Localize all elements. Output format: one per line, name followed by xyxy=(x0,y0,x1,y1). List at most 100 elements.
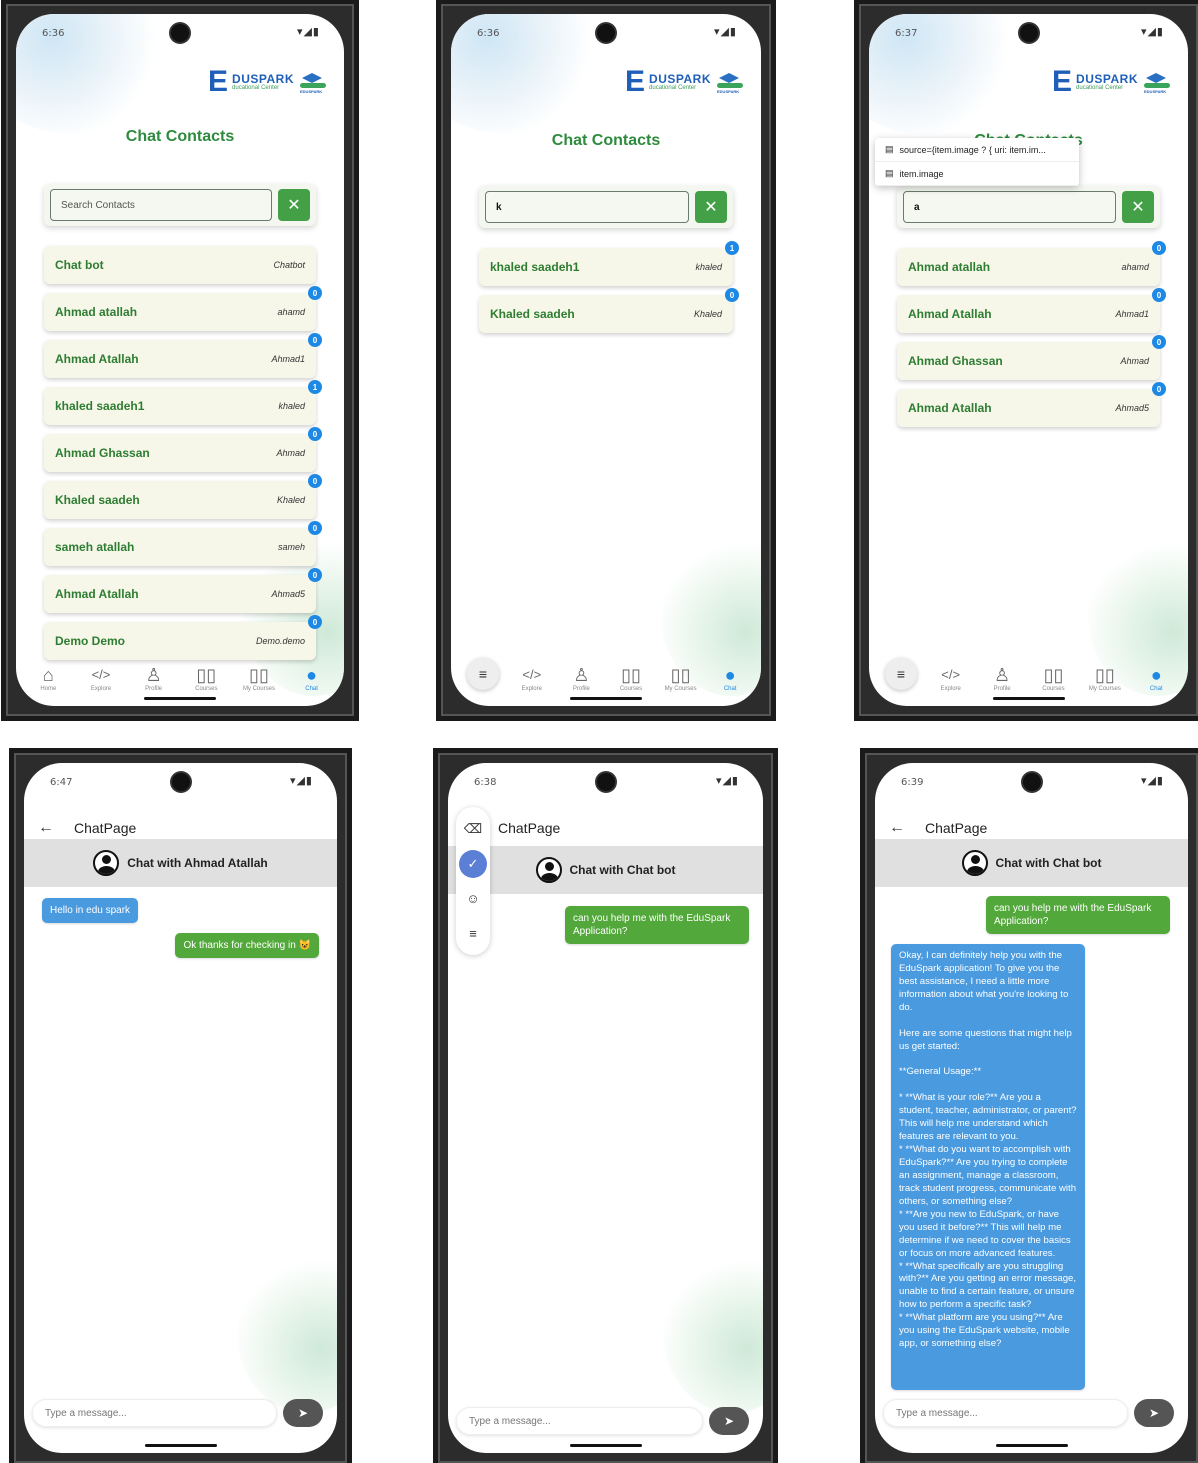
chat-header: Chat with Ahmad Atallah xyxy=(24,839,337,887)
contact-item[interactable]: sameh atallah sameh 0 xyxy=(44,521,322,566)
person-icon: ♙ xyxy=(145,665,162,685)
nav-home[interactable]: ⌂ Home xyxy=(26,664,70,692)
nav-profile[interactable]: ♙ Profile xyxy=(980,664,1024,692)
avatar-icon xyxy=(93,850,120,876)
phone-screen: 6:39 ▾◢▮ ← ChatPage Chat with Chat bot c… xyxy=(875,763,1188,1453)
phone-chat-bot-question: 6:38 ▾◢▮ ChatPage ⌫ ✓ ☺ ≡ Chat with Chat… xyxy=(438,753,773,1463)
clear-button[interactable]: ⌫ xyxy=(459,815,487,843)
message-input[interactable]: Type a message... xyxy=(32,1399,277,1427)
nav-my-courses[interactable]: ▯▯ My Courses xyxy=(659,664,703,692)
search-input[interactable]: k xyxy=(485,191,689,223)
nav-courses[interactable]: ▯▯ Courses xyxy=(1031,664,1075,692)
background-blob xyxy=(237,1253,337,1413)
contact-username: Ahmad1 xyxy=(271,354,305,364)
nav-chat[interactable]: ● Chat xyxy=(708,664,752,692)
contact-item[interactable]: khaled saadeh1 khaled 1 xyxy=(479,241,739,286)
contact-item[interactable]: Ahmad Atallah Ahmad5 0 xyxy=(44,568,322,613)
contact-item[interactable]: Khaled saadeh Khaled 0 xyxy=(44,474,322,519)
clear-search-button[interactable]: ✕ xyxy=(695,191,727,223)
send-button[interactable]: ➤ xyxy=(283,1399,323,1427)
camera-cutout xyxy=(171,24,189,42)
message-incoming: Hello in edu spark xyxy=(42,898,139,923)
back-arrow-icon[interactable]: ← xyxy=(889,819,905,837)
contact-item[interactable]: Ahmad Atallah Ahmad1 0 xyxy=(44,333,322,378)
nav-profile[interactable]: ♙ Profile xyxy=(132,664,176,692)
bottom-nav: </> Explore ♙ Profile ▯▯ Courses ▯▯ My Cours… xyxy=(501,652,761,692)
eduspark-logo: E DUSPARK ducational Center EDUSPARK xyxy=(625,67,745,97)
contact-name: Demo Demo xyxy=(55,634,126,648)
logo-tag: ducational Center xyxy=(649,85,697,91)
contact-username: Chatbot xyxy=(273,260,305,270)
clear-search-button[interactable]: ✕ xyxy=(1122,191,1154,223)
signal-battery-icon: ▾◢▮ xyxy=(1140,774,1164,787)
eduspark-logo: E DUSPARK ducational Center EDUSPARK xyxy=(208,67,328,97)
autocomplete-item[interactable]: ▤ item.image xyxy=(875,162,1079,186)
contact-item[interactable]: Ahmad Atallah Ahmad1 0 xyxy=(897,288,1166,333)
contact-name: Ahmad Ghassan xyxy=(55,446,150,460)
autocomplete-popup: ▤ source={item.image ? { uri: item.im... … xyxy=(875,138,1079,186)
menu-button[interactable]: ≡ xyxy=(467,658,499,690)
contact-item[interactable]: Ahmad Ghassan Ahmad 0 xyxy=(44,427,322,472)
contact-item[interactable]: Ahmad Atallah Ahmad5 0 xyxy=(897,382,1166,427)
nav-courses[interactable]: ▯▯ Courses xyxy=(184,664,228,692)
confirm-button[interactable]: ✓ xyxy=(459,849,487,878)
contact-name: Ahmad Atallah xyxy=(908,401,992,415)
contact-username: Ahmad1 xyxy=(1115,309,1149,319)
smiley-icon: ☺ xyxy=(466,891,480,906)
send-icon: ➤ xyxy=(1148,1406,1160,1420)
close-icon: ✕ xyxy=(704,199,718,216)
contact-item[interactable]: Ahmad Ghassan Ahmad 0 xyxy=(897,335,1166,380)
graduation-hat-icon: EDUSPARK xyxy=(298,71,328,94)
send-button[interactable]: ➤ xyxy=(709,1407,749,1435)
contact-item[interactable]: khaled saadeh1 khaled 1 xyxy=(44,380,322,425)
nav-profile[interactable]: ♙ Profile xyxy=(559,664,603,692)
menu-button[interactable]: ≡ xyxy=(459,920,487,948)
contact-item[interactable]: Ahmad atallah ahamd 0 xyxy=(44,286,322,331)
nav-courses[interactable]: ▯▯ Courses xyxy=(609,664,653,692)
nav-explore[interactable]: </> Explore xyxy=(79,664,123,692)
book-icon: ▯▯ xyxy=(249,665,269,685)
message-input[interactable]: Type a message... xyxy=(456,1407,703,1435)
logo-letter: E xyxy=(1052,65,1073,98)
hamburger-icon: ≡ xyxy=(478,666,488,682)
clear-search-button[interactable]: ✕ xyxy=(278,189,310,221)
send-icon: ➤ xyxy=(723,1414,735,1428)
camera-cutout xyxy=(596,773,615,791)
contact-username: Ahmad5 xyxy=(1115,403,1149,413)
contact-name: Ahmad Atallah xyxy=(55,587,139,601)
signal-battery-icon: ▾◢▮ xyxy=(296,25,320,38)
status-time: 6:37 xyxy=(895,28,918,39)
nav-my-courses[interactable]: ▯▯ My Courses xyxy=(237,664,281,692)
contact-username: khaled xyxy=(695,262,722,272)
search-input[interactable]: a xyxy=(903,191,1116,223)
nav-explore[interactable]: </> Explore xyxy=(510,664,554,692)
contact-name: Ahmad Atallah xyxy=(55,352,139,366)
status-time: 6:36 xyxy=(42,28,65,39)
message-input[interactable]: Type a message... xyxy=(883,1399,1128,1427)
contact-name: Ahmad Atallah xyxy=(908,307,992,321)
contact-username: Khaled xyxy=(276,495,305,505)
message-incoming: Okay, I can definitely help you with the… xyxy=(891,944,1085,1390)
contact-name: Ahmad atallah xyxy=(908,260,991,274)
emoji-button[interactable]: ☺ xyxy=(459,885,487,913)
menu-button[interactable]: ≡ xyxy=(885,658,917,690)
contact-item[interactable]: Khaled saadeh Khaled 0 xyxy=(479,288,739,333)
signal-battery-icon: ▾◢▮ xyxy=(1140,25,1164,38)
close-icon: ✕ xyxy=(287,197,301,214)
contact-item[interactable]: Ahmad atallah ahamd 0 xyxy=(897,241,1166,286)
back-arrow-icon[interactable]: ← xyxy=(38,819,54,837)
phone-screen: 6:38 ▾◢▮ ChatPage ⌫ ✓ ☺ ≡ Chat with Chat… xyxy=(448,763,763,1453)
nav-explore[interactable]: </> Explore xyxy=(929,664,973,692)
signal-battery-icon: ▾◢▮ xyxy=(289,774,313,787)
nav-chat[interactable]: ● Chat xyxy=(290,664,334,692)
contact-item[interactable]: Chat bot Chatbot xyxy=(44,246,316,284)
nav-my-courses[interactable]: ▯▯ My Courses xyxy=(1083,664,1127,692)
unread-badge: 0 xyxy=(308,333,322,347)
autocomplete-item[interactable]: ▤ source={item.image ? { uri: item.im... xyxy=(875,138,1079,162)
check-icon: ✓ xyxy=(467,855,479,871)
send-button[interactable]: ➤ xyxy=(1134,1399,1174,1427)
nav-chat[interactable]: ● Chat xyxy=(1134,664,1178,692)
unread-badge: 0 xyxy=(308,427,322,441)
search-input[interactable]: Search Contacts xyxy=(50,189,272,221)
search-bar: Search Contacts ✕ xyxy=(44,184,316,226)
